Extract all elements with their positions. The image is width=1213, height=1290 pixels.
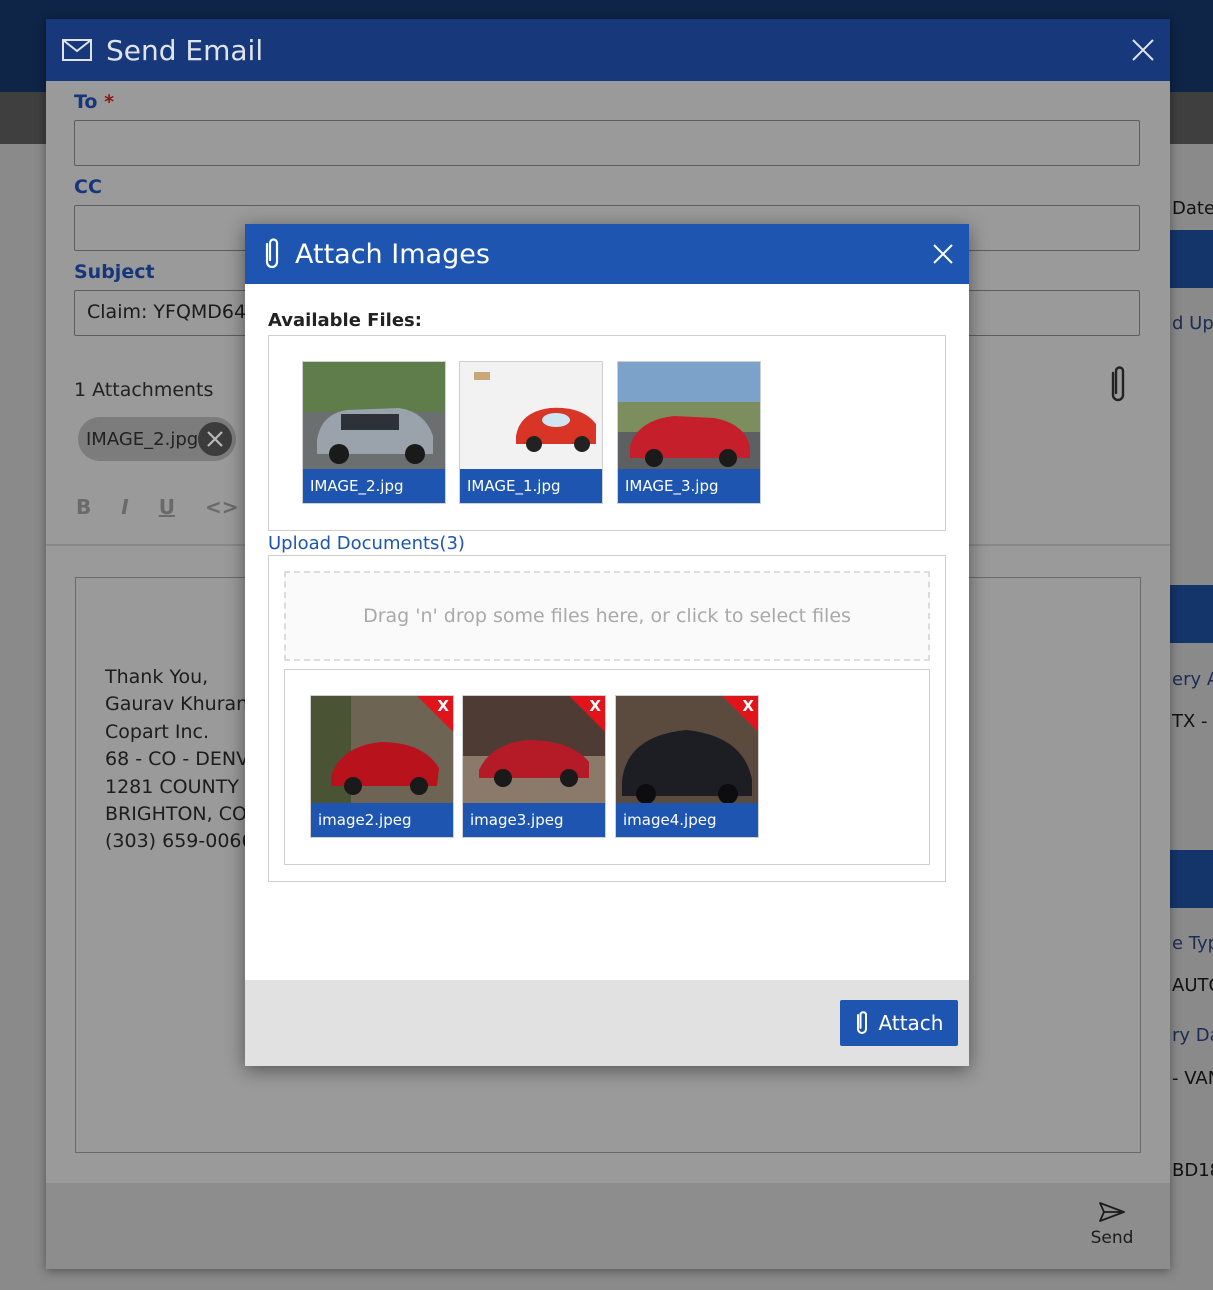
signature-line: 68 - CO - DENV xyxy=(105,748,250,771)
background-label: e Typ xyxy=(1172,933,1213,954)
close-icon[interactable] xyxy=(1130,37,1156,63)
attach-images-footer: Attach xyxy=(245,980,969,1066)
attach-images-dialog: Attach Images Available Files: IMAGE_2.j… xyxy=(245,224,969,1066)
envelope-icon xyxy=(62,39,92,61)
background-strip xyxy=(1170,230,1213,288)
attachment-chip-label: IMAGE_2.jpg xyxy=(86,428,199,450)
send-email-title: Send Email xyxy=(106,33,264,67)
available-file[interactable]: IMAGE_1.jpg xyxy=(459,361,603,504)
underline-button[interactable]: U xyxy=(159,495,175,519)
background-label: BD18 xyxy=(1172,1160,1213,1181)
send-icon xyxy=(1099,1202,1125,1222)
code-button[interactable]: <> xyxy=(205,495,239,519)
attach-images-title: Attach Images xyxy=(295,238,490,270)
background-label: Dates xyxy=(1172,198,1213,219)
uploaded-file[interactable]: X image2.jpeg xyxy=(310,695,454,838)
subject-label: Subject xyxy=(74,261,155,283)
remove-file-label: X xyxy=(589,697,601,715)
car-image xyxy=(460,362,602,469)
background-strip xyxy=(1170,585,1213,643)
remove-file-button[interactable]: X xyxy=(722,696,758,732)
available-file[interactable]: IMAGE_2.jpg xyxy=(302,361,446,504)
remove-attachment-button[interactable] xyxy=(198,422,232,456)
background-strip xyxy=(1170,850,1213,908)
attachments-count: 1 Attachments xyxy=(74,379,214,401)
remove-file-label: X xyxy=(742,697,754,715)
close-icon xyxy=(207,431,223,447)
attach-button-label: Attach xyxy=(878,1011,944,1035)
car-image xyxy=(618,362,760,469)
send-label: Send xyxy=(1090,1228,1134,1248)
available-files-panel: IMAGE_2.jpg IMAGE_1.jpg IMAGE_3.jpg xyxy=(268,335,946,531)
remove-file-label: X xyxy=(437,697,449,715)
uploaded-file-name: image2.jpeg xyxy=(311,803,453,837)
signature-line: BRIGHTON, CO xyxy=(105,803,247,826)
signature: Thank You, Gaurav Khurana Copart Inc. 68 - … xyxy=(105,664,260,856)
available-file[interactable]: IMAGE_3.jpg xyxy=(617,361,761,504)
uploaded-file[interactable]: X image4.jpeg xyxy=(615,695,759,838)
background-label: - VAN xyxy=(1172,1068,1213,1089)
signature-line: Thank You, xyxy=(105,666,209,688)
to-field[interactable] xyxy=(74,120,1140,166)
available-file-name: IMAGE_2.jpg xyxy=(303,469,445,503)
paperclip-icon xyxy=(265,238,279,269)
send-email-header: Send Email xyxy=(46,19,1170,81)
paperclip-icon xyxy=(856,1011,867,1034)
remove-file-button[interactable]: X xyxy=(417,696,453,732)
cc-label: CC xyxy=(74,176,102,198)
to-label: To * xyxy=(74,91,115,113)
uploaded-file[interactable]: X image3.jpeg xyxy=(462,695,606,838)
italic-button[interactable]: I xyxy=(121,495,128,519)
available-files-title: Available Files: xyxy=(268,310,422,331)
attach-button[interactable]: Attach xyxy=(840,1000,958,1046)
signature-line: Copart Inc. xyxy=(105,720,210,743)
attach-images-header: Attach Images xyxy=(245,224,969,284)
close-icon[interactable] xyxy=(931,242,955,266)
background-label: AUTO xyxy=(1172,975,1213,996)
uploaded-file-name: image4.jpeg xyxy=(616,803,758,837)
upload-documents-panel: Drag 'n' drop some files here, or click … xyxy=(268,555,946,882)
required-mark: * xyxy=(104,91,115,113)
upload-documents-link[interactable]: Upload Documents(3) xyxy=(268,533,465,554)
background-label: ery Ac xyxy=(1172,669,1213,690)
remove-file-button[interactable]: X xyxy=(569,696,605,732)
bold-button[interactable]: B xyxy=(76,495,91,519)
formatting-toolbar: B I U <> xyxy=(76,495,238,519)
uploaded-files-panel: X image2.jpeg X image3.jpeg X image4.jpe… xyxy=(284,669,930,865)
uploaded-file-name: image3.jpeg xyxy=(463,803,605,837)
signature-line: 1281 COUNTY R xyxy=(105,775,259,798)
background-label: ry Da xyxy=(1172,1025,1213,1046)
background-label: TX - H xyxy=(1172,711,1213,732)
send-button[interactable]: Send xyxy=(1090,1201,1134,1248)
attach-paperclip-icon[interactable] xyxy=(1106,365,1130,405)
available-file-name: IMAGE_3.jpg xyxy=(618,469,760,503)
attachment-chip: IMAGE_2.jpg xyxy=(78,417,236,461)
background-label: d Up xyxy=(1172,313,1213,334)
send-email-footer: Send xyxy=(46,1183,1170,1269)
signature-line: Gaurav Khurana xyxy=(105,693,260,716)
file-dropzone[interactable]: Drag 'n' drop some files here, or click … xyxy=(284,571,930,661)
signature-line: (303) 659-0066 xyxy=(105,830,254,853)
car-image xyxy=(303,362,445,469)
available-file-name: IMAGE_1.jpg xyxy=(460,469,602,503)
